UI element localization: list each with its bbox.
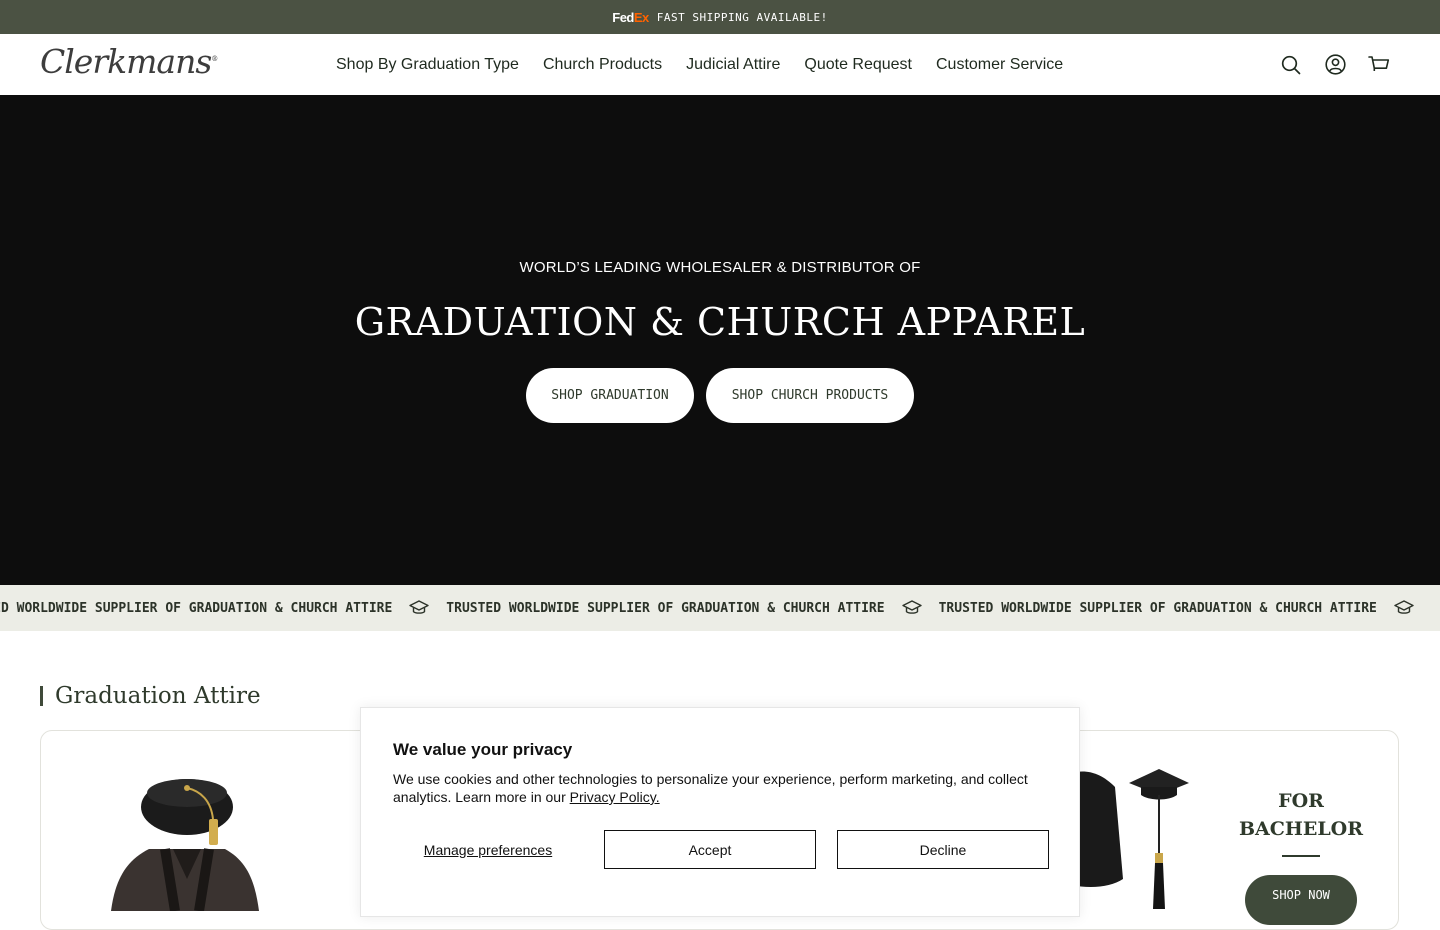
bachelor-promo: FOR BACHELOR SHOP NOW (1231, 787, 1371, 925)
hero-banner: WORLD’S LEADING WHOLESALER & DISTRIBUTOR… (0, 95, 1440, 585)
marquee-item: TRUSTED WORLDWIDE SUPPLIER OF GRADUATION… (446, 599, 938, 617)
marquee-track: TRUSTED WORLDWIDE SUPPLIER OF GRADUATION… (0, 585, 1431, 631)
hero-eyebrow: WORLD’S LEADING WHOLESALER & DISTRIBUTOR… (519, 259, 921, 276)
cookie-body: We use cookies and other technologies to… (393, 771, 1028, 805)
nav-shop-by-graduation-type[interactable]: Shop By Graduation Type (336, 56, 519, 74)
cookie-actions: Manage preferences Accept Decline (393, 830, 1049, 869)
hero-title: GRADUATION & CHURCH APPAREL (354, 300, 1086, 344)
nav-church-products[interactable]: Church Products (543, 56, 662, 74)
graduation-cap-icon (1394, 599, 1414, 617)
section-title-accent (40, 686, 43, 706)
doctoral-gown-image[interactable] (101, 771, 261, 912)
marquee-item: TRUSTED WORLDWIDE SUPPLIER OF GRADUATION… (0, 599, 446, 617)
nav-quote-request[interactable]: Quote Request (804, 56, 912, 74)
shop-graduation-button[interactable]: SHOP GRADUATION (526, 368, 694, 423)
nav-customer-service[interactable]: Customer Service (936, 56, 1063, 74)
search-icon[interactable] (1280, 54, 1302, 76)
privacy-policy-link[interactable]: Privacy Policy. (570, 789, 660, 805)
bachelor-title: FOR BACHELOR (1238, 790, 1364, 840)
hero-buttons: SHOP GRADUATION SHOP CHURCH PRODUCTS (0, 368, 1440, 423)
decline-cookies-button[interactable]: Decline (837, 830, 1049, 869)
bachelor-divider (1282, 855, 1320, 857)
announcement-bar: FedEx FAST SHIPPING AVAILABLE! (0, 0, 1440, 34)
shop-church-products-button[interactable]: SHOP CHURCH PRODUCTS (706, 368, 914, 423)
header-actions (1280, 34, 1390, 95)
graduation-cap-icon (409, 599, 429, 617)
manage-preferences-link[interactable]: Manage preferences (393, 842, 583, 858)
account-icon[interactable] (1324, 54, 1346, 76)
shop-now-bachelor-button[interactable]: SHOP NOW (1245, 875, 1357, 925)
fedex-logo: FedEx (612, 9, 649, 25)
accept-cookies-button[interactable]: Accept (604, 830, 816, 869)
section-title-graduation-attire: Graduation Attire (40, 681, 261, 711)
graduation-cap-icon (901, 599, 922, 617)
trust-marquee: TRUSTED WORLDWIDE SUPPLIER OF GRADUATION… (0, 585, 1440, 631)
cookie-title: We value your privacy (393, 740, 573, 759)
section-title-text: Graduation Attire (55, 683, 261, 709)
marquee-item: TRUSTED WORLDWIDE SUPPLIER OF GRADUATION… (939, 599, 1431, 617)
nav-judicial-attire[interactable]: Judicial Attire (686, 56, 780, 74)
main-nav: Shop By Graduation Type Church Products … (336, 34, 1063, 95)
announcement-text: FAST SHIPPING AVAILABLE! (656, 10, 828, 24)
cookie-consent-dialog: We value your privacy We use cookies and… (360, 707, 1080, 917)
site-logo[interactable]: Clerkmans® (40, 42, 218, 81)
bachelor-gown-image[interactable] (1071, 769, 1201, 909)
site-header: Clerkmans® Shop By Graduation Type Churc… (0, 34, 1440, 95)
cart-icon[interactable] (1368, 54, 1390, 76)
